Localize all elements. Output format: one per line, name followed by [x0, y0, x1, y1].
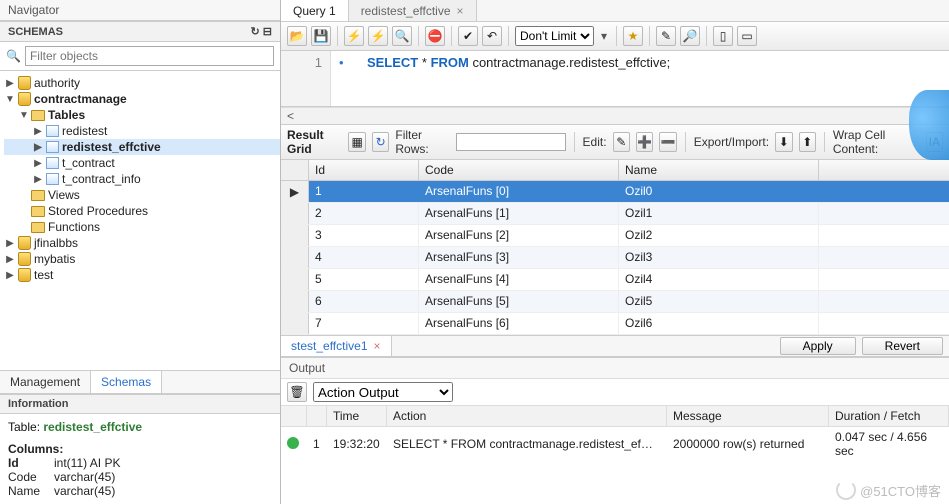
col-name[interactable]: Name — [619, 160, 819, 180]
output-title: Output — [281, 358, 949, 379]
revert-button[interactable]: Revert — [862, 337, 943, 355]
delete-row-icon[interactable]: ➖ — [659, 132, 676, 152]
db-authority[interactable]: ▶authority — [4, 75, 280, 91]
commit-icon[interactable]: ✔ — [458, 26, 478, 46]
beautify-icon[interactable]: ✎ — [656, 26, 676, 46]
status-ok-icon — [287, 437, 299, 449]
editor-hscroll[interactable]: < — [281, 107, 949, 125]
app-logo-icon — [909, 90, 949, 160]
stored-procs-folder[interactable]: Stored Procedures — [4, 203, 280, 219]
export-icon[interactable]: ⬇ — [775, 132, 792, 152]
wrap-label: Wrap Cell Content: — [833, 128, 920, 156]
edit-row-icon[interactable]: ✎ — [613, 132, 630, 152]
db-mybatis[interactable]: ▶mybatis — [4, 251, 280, 267]
out-col-time[interactable]: Time — [327, 406, 387, 426]
info-table-label: Table: — [8, 420, 40, 434]
out-col-duration[interactable]: Duration / Fetch — [829, 406, 949, 426]
close-icon[interactable]: × — [457, 4, 464, 18]
export-label: Export/Import: — [694, 135, 769, 149]
result-grid-label: Result Grid — [287, 128, 342, 156]
column-name: Namevarchar(45) — [8, 484, 272, 498]
db-jfinalbbs[interactable]: ▶jfinalbbs — [4, 235, 280, 251]
edit-label: Edit: — [583, 135, 607, 149]
find-icon[interactable]: 🔎 — [680, 26, 700, 46]
table-row[interactable]: ▶1ArsenalFuns [0]Ozil0 — [281, 181, 949, 203]
table-t-contract[interactable]: ▶t_contract — [4, 155, 280, 171]
stop-icon[interactable]: ⛔ — [425, 26, 445, 46]
result-tab-1[interactable]: stest_effctive1× — [281, 336, 392, 356]
schemas-header: SCHEMAS ↻ ⊟ — [0, 21, 280, 42]
collapse-icon[interactable]: ⊟ — [263, 26, 272, 38]
apply-button[interactable]: Apply — [780, 337, 856, 355]
column-code: Codevarchar(45) — [8, 470, 272, 484]
column-id: Idint(11) AI PK — [8, 456, 272, 470]
table-row[interactable]: 4ArsenalFuns [3]Ozil3 — [281, 247, 949, 269]
table-redistest[interactable]: ▶redistest — [4, 123, 280, 139]
tab-redistest-effctive[interactable]: redistest_effctive× — [349, 0, 477, 21]
table-row[interactable]: 3ArsenalFuns [2]Ozil2 — [281, 225, 949, 247]
columns-label: Columns: — [8, 442, 272, 456]
close-icon[interactable]: × — [374, 339, 381, 353]
info-table-name: redistest_effctive — [43, 420, 142, 434]
grid-view-icon[interactable]: ▦ — [348, 132, 365, 152]
out-col-message[interactable]: Message — [667, 406, 829, 426]
tab-management[interactable]: Management — [0, 371, 91, 393]
import-icon[interactable]: ⬆ — [799, 132, 816, 152]
table-row[interactable]: 6ArsenalFuns [5]Ozil5 — [281, 291, 949, 313]
filter-rows-label: Filter Rows: — [395, 128, 449, 156]
save-file-icon[interactable]: 💾 — [311, 26, 331, 46]
schema-filter-input[interactable] — [25, 46, 274, 66]
col-id[interactable]: Id — [309, 160, 419, 180]
navigator-title: Navigator — [0, 0, 280, 21]
open-file-icon[interactable]: 📂 — [287, 26, 307, 46]
information-header: Information — [0, 394, 280, 414]
toggle-panel-icon[interactable]: ▯ — [713, 26, 733, 46]
limit-select[interactable]: Don't Limit — [515, 26, 594, 46]
row-indicator-icon: ▶ — [281, 181, 309, 202]
chevron-down-icon[interactable]: ▾ — [598, 29, 610, 43]
search-icon: 🔍 — [6, 49, 21, 63]
tab-schemas[interactable]: Schemas — [91, 371, 162, 393]
col-code[interactable]: Code — [419, 160, 619, 180]
schema-tree[interactable]: ▶authority ▼contractmanage ▼Tables ▶redi… — [0, 71, 280, 370]
table-row[interactable]: 5ArsenalFuns [4]Ozil4 — [281, 269, 949, 291]
rollback-icon[interactable]: ↶ — [482, 26, 502, 46]
sql-editor[interactable]: 1 • SELECT * FROM contractmanage.rediste… — [281, 51, 949, 107]
functions-folder[interactable]: Functions — [4, 219, 280, 235]
output-row[interactable]: 1 19:32:20 SELECT * FROM contractmanage.… — [281, 427, 949, 461]
result-grid[interactable]: Id Code Name ▶1ArsenalFuns [0]Ozil0 2Ars… — [281, 160, 949, 335]
line-number: 1 — [315, 55, 322, 70]
output-mode-select[interactable]: Action Output — [313, 382, 453, 402]
out-col-action[interactable]: Action — [387, 406, 667, 426]
table-row[interactable]: 2ArsenalFuns [1]Ozil1 — [281, 203, 949, 225]
favorite-icon[interactable]: ★ — [623, 26, 643, 46]
db-test[interactable]: ▶test — [4, 267, 280, 283]
refresh-grid-icon[interactable]: ↻ — [372, 132, 389, 152]
table-redistest-effctive[interactable]: ▶redistest_effctive — [4, 139, 280, 155]
table-row[interactable]: 7ArsenalFuns [6]Ozil6 — [281, 313, 949, 335]
table-t-contract-info[interactable]: ▶t_contract_info — [4, 171, 280, 187]
toggle-output-icon[interactable]: ▭ — [737, 26, 757, 46]
execute-icon[interactable]: ⚡ — [344, 26, 364, 46]
tab-query1[interactable]: Query 1 — [281, 0, 349, 21]
clear-output-icon[interactable]: 🗑 — [287, 382, 307, 402]
breakpoint-dot-icon[interactable]: • — [339, 55, 344, 70]
db-contractmanage[interactable]: ▼contractmanage — [4, 91, 280, 107]
views-folder[interactable]: Views — [4, 187, 280, 203]
sql-toolbar: 📂 💾 ⚡ ⚡ 🔍 ⛔ ✔ ↶ Don't Limit ▾ ★ ✎ 🔎 ▯ ▭ — [281, 22, 949, 51]
tables-folder[interactable]: ▼Tables — [4, 107, 280, 123]
add-row-icon[interactable]: ➕ — [636, 132, 653, 152]
refresh-icon[interactable]: ↻ — [251, 26, 260, 38]
explain-icon[interactable]: 🔍 — [392, 26, 412, 46]
filter-rows-input[interactable] — [456, 133, 566, 151]
execute-current-icon[interactable]: ⚡ — [368, 26, 388, 46]
